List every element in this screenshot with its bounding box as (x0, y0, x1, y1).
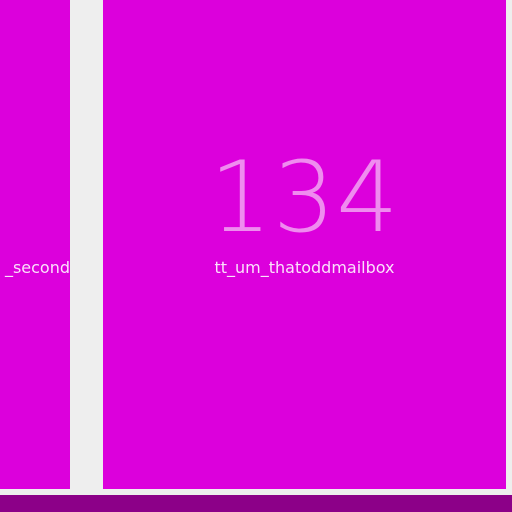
project-card-previous[interactable]: _second (0, 0, 70, 489)
project-count: 134 (209, 141, 400, 255)
project-name-label: _second (4, 258, 70, 277)
tile-carousel: _second 134 tt_um_thatoddmailbox (0, 0, 512, 512)
bottom-bar (0, 495, 512, 512)
project-name-label: tt_um_thatoddmailbox (214, 258, 395, 277)
project-card-current[interactable]: 134 tt_um_thatoddmailbox (103, 0, 506, 489)
